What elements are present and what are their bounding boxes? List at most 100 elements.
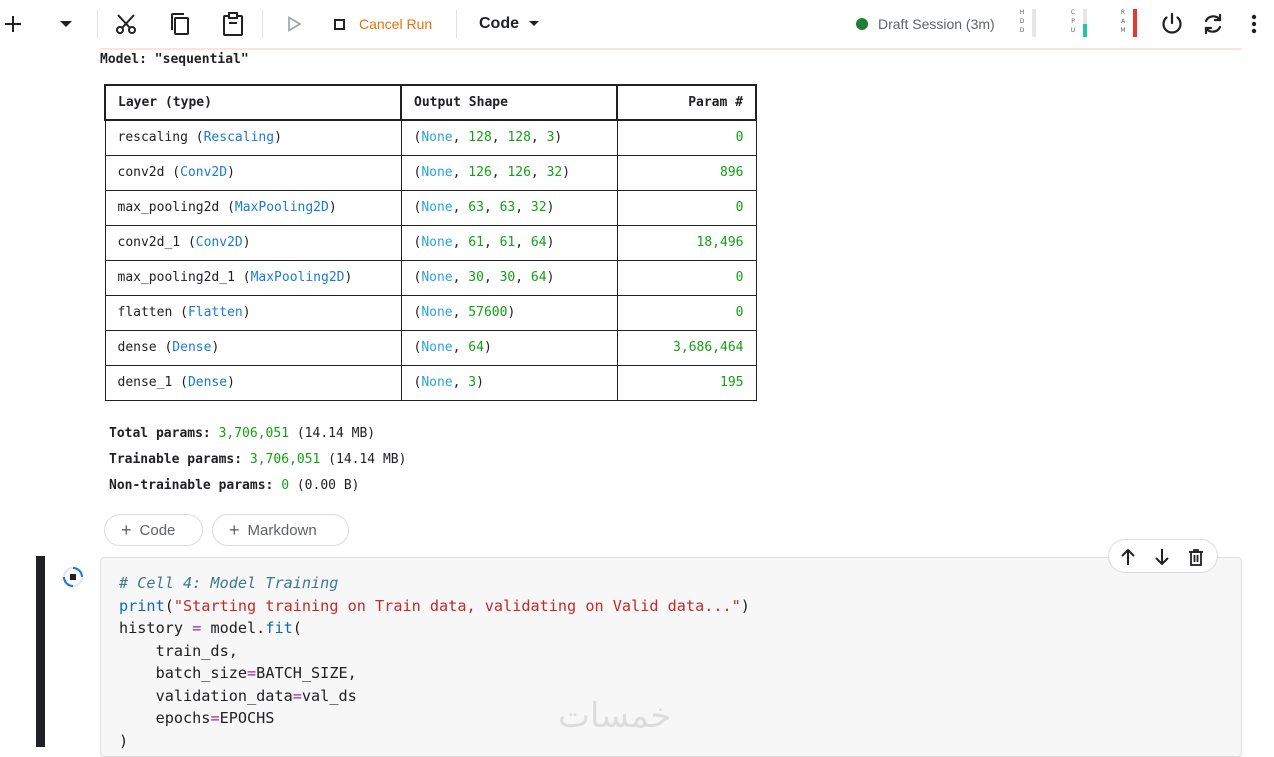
params-label: Non-trainable params: xyxy=(109,478,274,493)
punctuation xyxy=(289,478,297,493)
cancel-run-button[interactable]: Cancel Run xyxy=(334,12,432,36)
meter-letter: D xyxy=(1019,27,1025,34)
shape-dim: 128 xyxy=(468,130,492,146)
layer-cell: max_pooling2d_1 (MaxPooling2D) xyxy=(104,259,402,296)
paste-icon[interactable] xyxy=(219,10,247,38)
meter-label: RAM xyxy=(1119,8,1127,35)
punctuation: , xyxy=(483,235,500,250)
output-shape-cell: (None, 30, 30, 64) xyxy=(400,259,618,296)
params-value: 3,706,051 xyxy=(218,426,290,441)
punctuation: , xyxy=(452,200,469,215)
delete-icon[interactable] xyxy=(1186,547,1206,567)
param-count: 0 xyxy=(735,130,744,146)
resource-meter-ram[interactable]: RAM xyxy=(1119,8,1141,40)
more-vert-icon[interactable] xyxy=(1244,12,1264,36)
params-summary-line: Total params: 3,706,051 (14.14 MB) xyxy=(109,426,375,441)
run-icon[interactable] xyxy=(283,12,305,36)
punctuation: ) xyxy=(483,340,492,355)
output-shape-cell: (None, 126, 126, 32) xyxy=(400,154,618,191)
cut-icon[interactable] xyxy=(112,10,140,38)
add-icon[interactable] xyxy=(2,12,24,36)
layer-name: max_pooling2d xyxy=(117,200,220,215)
cancel-run-label: Cancel Run xyxy=(359,16,433,32)
layer-type: Dense xyxy=(187,375,228,390)
meter-letter: P xyxy=(1071,18,1075,25)
resource-meter-hdd[interactable]: HDD xyxy=(1018,8,1040,40)
chevron-down-icon[interactable] xyxy=(56,12,76,36)
params-value: 3,706,051 xyxy=(249,452,321,467)
punctuation: ) xyxy=(476,375,484,390)
toolbar-divider xyxy=(262,10,263,38)
meter-bar xyxy=(1032,9,1036,37)
output-shape-cell: (None, 128, 128, 3) xyxy=(400,119,618,156)
meter-bar xyxy=(1083,9,1087,37)
toolbar-underline xyxy=(100,48,1242,50)
session-status-dot xyxy=(856,18,868,30)
punctuation: ) xyxy=(227,165,235,180)
meter-label: HDD xyxy=(1018,8,1026,35)
punctuation: , xyxy=(452,165,469,180)
code-token: validation_data xyxy=(119,686,293,705)
session-status[interactable]: Draft Session (3m) xyxy=(856,12,995,36)
punctuation: ) xyxy=(546,200,555,215)
punctuation xyxy=(211,426,219,441)
move-up-icon[interactable] xyxy=(1118,547,1138,567)
layer-name: flatten xyxy=(117,305,173,320)
param-count: 3,686,464 xyxy=(673,340,744,355)
meter-letter: H xyxy=(1019,9,1025,16)
table-row: max_pooling2d (MaxPooling2D) (None, 63, 6… xyxy=(104,189,757,226)
punctuation: , xyxy=(530,165,547,180)
punctuation xyxy=(242,452,250,467)
layer-name: max_pooling2d_1 xyxy=(117,270,235,285)
table-row: flatten (Flatten) (None, 57600) 0 xyxy=(104,294,757,331)
code-token: ( xyxy=(164,596,174,615)
power-icon[interactable] xyxy=(1158,10,1186,38)
punctuation: ) xyxy=(227,375,235,390)
layer-cell: conv2d_1 (Conv2D) xyxy=(104,224,402,261)
table-row: dense_1 (Dense) (None, 3) 195 xyxy=(104,364,757,401)
param-count-cell: 3,686,464 xyxy=(616,329,757,366)
copy-icon[interactable] xyxy=(166,10,194,38)
cell-actions-toolbar xyxy=(1108,539,1218,573)
add-markdown-cell-button[interactable]: + Markdown xyxy=(212,514,349,546)
code-token: batch_size xyxy=(119,664,248,682)
code-token: = xyxy=(210,709,220,727)
layer-type: MaxPooling2D xyxy=(234,200,329,215)
move-down-icon[interactable] xyxy=(1152,547,1172,567)
session-label: Draft Session (3m) xyxy=(878,16,995,32)
code-line: print("Starting training on Train data, … xyxy=(119,595,750,618)
add-code-label: Code xyxy=(139,521,176,539)
punctuation: , xyxy=(452,375,469,390)
cell-type-label: Code xyxy=(479,15,519,32)
resource-meter-cpu[interactable]: CPU xyxy=(1069,8,1091,40)
layer-name: rescaling xyxy=(117,130,188,146)
meter-label: CPU xyxy=(1069,8,1077,35)
shape-dim: 64 xyxy=(468,340,484,355)
punctuation: ) xyxy=(546,235,555,250)
layer-cell: max_pooling2d (MaxPooling2D) xyxy=(104,189,402,226)
param-count-cell: 896 xyxy=(616,154,757,191)
shape-dim: None xyxy=(421,235,453,250)
code-token: val_ds xyxy=(301,686,357,705)
shape-dim: None xyxy=(421,305,453,320)
punctuation: ) xyxy=(242,305,251,320)
running-cell-icon[interactable] xyxy=(62,566,84,588)
refresh-icon[interactable] xyxy=(1199,10,1227,38)
punctuation: , xyxy=(452,235,469,250)
cell-type-dropdown[interactable]: Code xyxy=(479,12,539,36)
punctuation: ) xyxy=(554,130,563,146)
shape-dim: 30 xyxy=(468,270,484,285)
param-count-cell: 195 xyxy=(616,364,757,401)
layer-name: conv2d_1 xyxy=(117,235,181,250)
add-code-cell-button[interactable]: + Code xyxy=(104,514,203,546)
toolbar-divider xyxy=(97,10,98,38)
layer-cell: dense (Dense) xyxy=(104,329,402,366)
shape-dim: 3 xyxy=(468,375,477,390)
shape-dim: 32 xyxy=(530,200,547,215)
model-title: Model: "sequential" xyxy=(100,52,249,67)
punctuation: ) xyxy=(328,200,337,215)
code-token: "Starting training on Train data, valida… xyxy=(173,596,741,615)
punctuation xyxy=(320,452,328,467)
table-row: rescaling (Rescaling) (None, 128, 128, 3)… xyxy=(104,119,757,156)
params-summary-line: Trainable params: 3,706,051 (14.14 MB) xyxy=(109,452,406,467)
